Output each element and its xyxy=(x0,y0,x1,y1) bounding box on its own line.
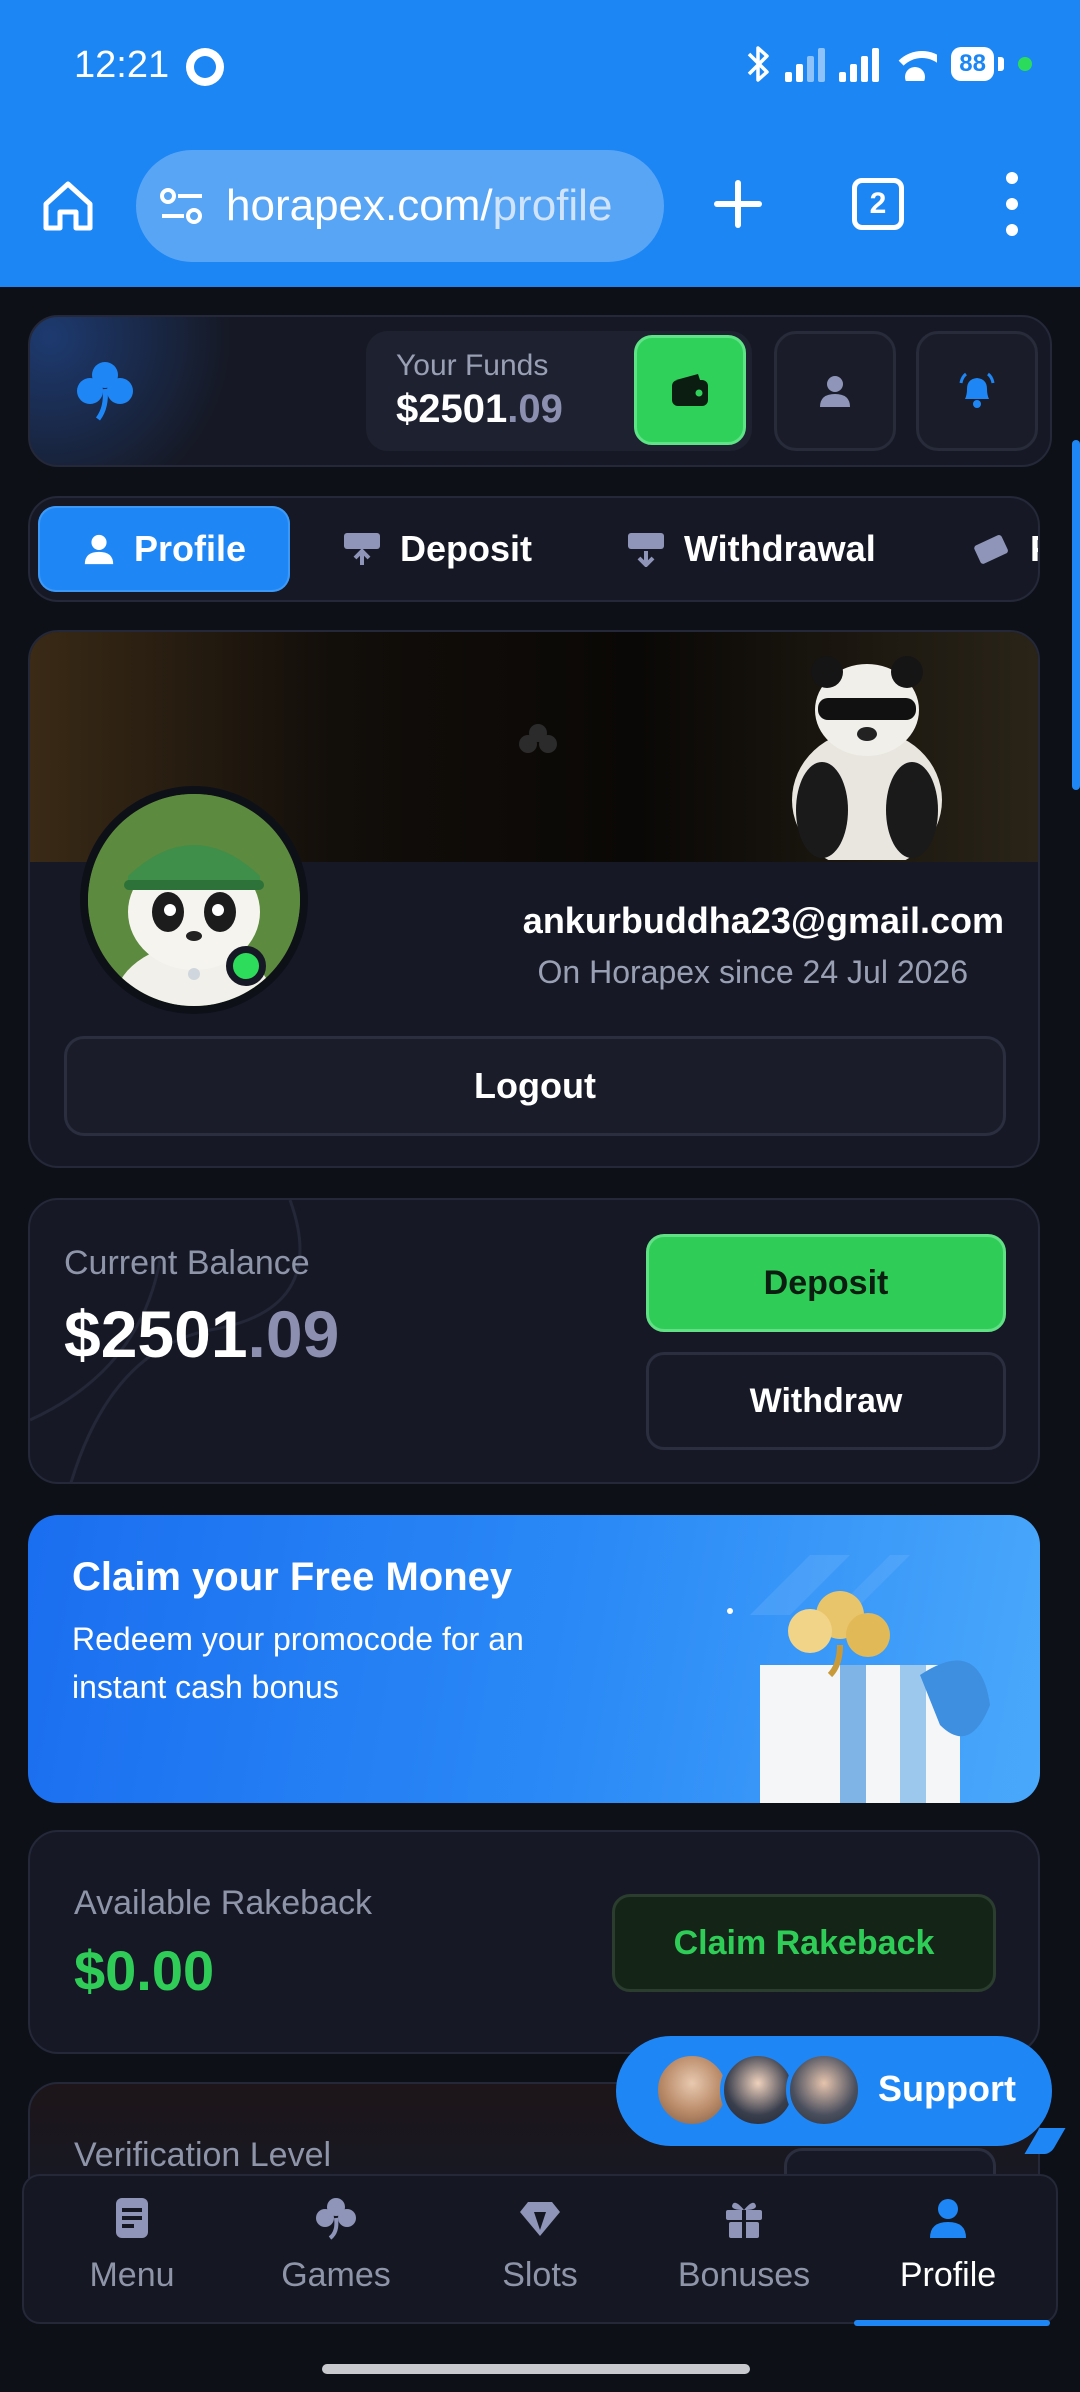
tab-withdrawal[interactable]: Withdrawal xyxy=(626,506,876,592)
promo-title: Claim your Free Money xyxy=(72,1555,513,1599)
profile-tabs: Profile Deposit Withdrawal F xyxy=(28,496,1040,602)
support-agent-avatar xyxy=(786,2052,862,2128)
wifi-icon xyxy=(893,47,938,81)
bottom-nav: Menu Games Slots Bonuses Profile xyxy=(22,2174,1058,2326)
balance-card: Current Balance $2501.09 Deposit Withdra… xyxy=(28,1198,1040,1484)
browser-chrome: 12:21 88 horapex.com/profile 2 xyxy=(0,0,1080,287)
logout-button[interactable]: Logout xyxy=(64,1036,1006,1136)
diamond-icon xyxy=(520,2202,560,2236)
nav-games-label: Games xyxy=(281,2256,391,2294)
withdraw-button[interactable]: Withdraw xyxy=(646,1352,1006,1450)
tab-switcher-button[interactable]: 2 xyxy=(852,178,904,230)
avatar[interactable] xyxy=(80,786,308,1014)
url-text: horapex.com/profile xyxy=(226,181,612,231)
rakeback-card: Available Rakeback $0.00 Claim Rakeback xyxy=(28,1830,1040,2054)
deposit-icon xyxy=(344,533,380,565)
status-time: 12:21 xyxy=(74,44,170,86)
menu-doc-icon xyxy=(116,2198,148,2238)
gesture-bar[interactable] xyxy=(322,2364,750,2374)
clover-logo-icon[interactable] xyxy=(74,359,136,421)
user-icon xyxy=(930,2199,966,2238)
rakeback-label: Available Rakeback xyxy=(74,1884,372,1922)
verification-label: Verification Level xyxy=(74,2136,332,2174)
tab-partial-label: F xyxy=(1030,528,1038,570)
nav-menu[interactable]: Menu xyxy=(32,2196,232,2316)
scrollbar[interactable] xyxy=(1072,440,1080,790)
nav-active-indicator xyxy=(854,2320,1050,2326)
browser-menu-button[interactable] xyxy=(1000,172,1024,236)
user-icon xyxy=(820,376,850,407)
balance-label: Current Balance xyxy=(64,1244,310,1282)
privacy-indicator xyxy=(1018,57,1032,71)
address-field[interactable]: horapex.com/profile xyxy=(136,150,664,262)
signal-1-icon xyxy=(785,46,826,82)
cash-icon xyxy=(974,535,1008,564)
support-button[interactable]: Support xyxy=(616,2036,1052,2146)
site-settings-icon[interactable] xyxy=(160,186,204,226)
panda-thief-illustration xyxy=(792,656,942,860)
gift-box-illustration xyxy=(727,1555,990,1803)
clover-icon xyxy=(316,2198,356,2240)
member-since: On Horapex since 24 Jul 2026 xyxy=(537,954,968,990)
nav-profile-label: Profile xyxy=(899,2256,997,2294)
promo-subtitle: Redeem your promocode for an instant cas… xyxy=(72,1621,524,1705)
rakeback-amount: $0.00 xyxy=(74,1939,215,2002)
signal-2-icon xyxy=(839,46,880,82)
url-path: profile xyxy=(492,181,613,230)
status-bar: 12:21 88 xyxy=(0,0,1080,135)
funds-label: Your Funds xyxy=(396,349,549,382)
nav-profile[interactable]: Profile xyxy=(848,2196,1048,2316)
banner-clover-icon xyxy=(519,724,557,753)
url-domain: horapex.com/ xyxy=(226,181,493,230)
online-status-indicator xyxy=(226,946,266,986)
tab-profile[interactable]: Profile xyxy=(38,506,290,592)
panda-avatar-image xyxy=(88,794,300,1006)
withdrawal-icon xyxy=(628,533,664,567)
wallet-button[interactable] xyxy=(634,335,746,445)
tab-withdrawal-label: Withdrawal xyxy=(684,528,876,569)
tab-deposit-label: Deposit xyxy=(400,528,533,569)
new-tab-button[interactable] xyxy=(710,176,766,232)
status-icons: 88 xyxy=(745,44,1032,84)
nav-bonuses-label: Bonuses xyxy=(677,2256,811,2294)
nav-slots[interactable]: Slots xyxy=(440,2196,640,2316)
profile-card: ankurbuddha23@gmail.com On Horapex since… xyxy=(28,630,1040,1168)
support-agent-avatar xyxy=(654,2052,730,2128)
nav-menu-label: Menu xyxy=(89,2256,175,2294)
url-bar: horapex.com/profile 2 xyxy=(0,150,1080,265)
claim-rakeback-button[interactable]: Claim Rakeback xyxy=(612,1894,996,1992)
battery-icon: 88 xyxy=(951,47,994,81)
user-email: ankurbuddha23@gmail.com xyxy=(522,900,1004,941)
site-header: Your Funds $2501.09 xyxy=(28,315,1052,467)
wallet-icon xyxy=(672,374,708,406)
gift-icon xyxy=(726,2202,762,2238)
balance-amount: $2501.09 xyxy=(64,1297,340,1371)
tab-profile-label: Profile xyxy=(133,528,247,569)
user-icon xyxy=(84,534,114,565)
nav-slots-label: Slots xyxy=(502,2256,578,2294)
tab-deposit[interactable]: Deposit xyxy=(342,506,532,592)
bluetooth-icon xyxy=(748,46,770,82)
promo-banner[interactable]: Claim your Free Money Redeem your promoc… xyxy=(28,1515,1040,1803)
tab-partial[interactable]: F xyxy=(972,506,1038,592)
battery-tip xyxy=(998,57,1004,71)
deposit-button[interactable]: Deposit xyxy=(646,1234,1006,1332)
nav-games[interactable]: Games xyxy=(236,2196,436,2316)
account-button[interactable] xyxy=(774,331,896,451)
browser-home-icon[interactable] xyxy=(40,178,96,234)
notifications-button[interactable] xyxy=(916,331,1038,451)
support-agent-avatar xyxy=(720,2052,796,2128)
funds-amount: $2501.09 xyxy=(396,387,563,431)
support-label: Support xyxy=(878,2068,1016,2109)
vpn-globe-icon xyxy=(186,48,224,86)
bell-icon xyxy=(959,372,995,408)
nav-bonuses[interactable]: Bonuses xyxy=(644,2196,844,2316)
